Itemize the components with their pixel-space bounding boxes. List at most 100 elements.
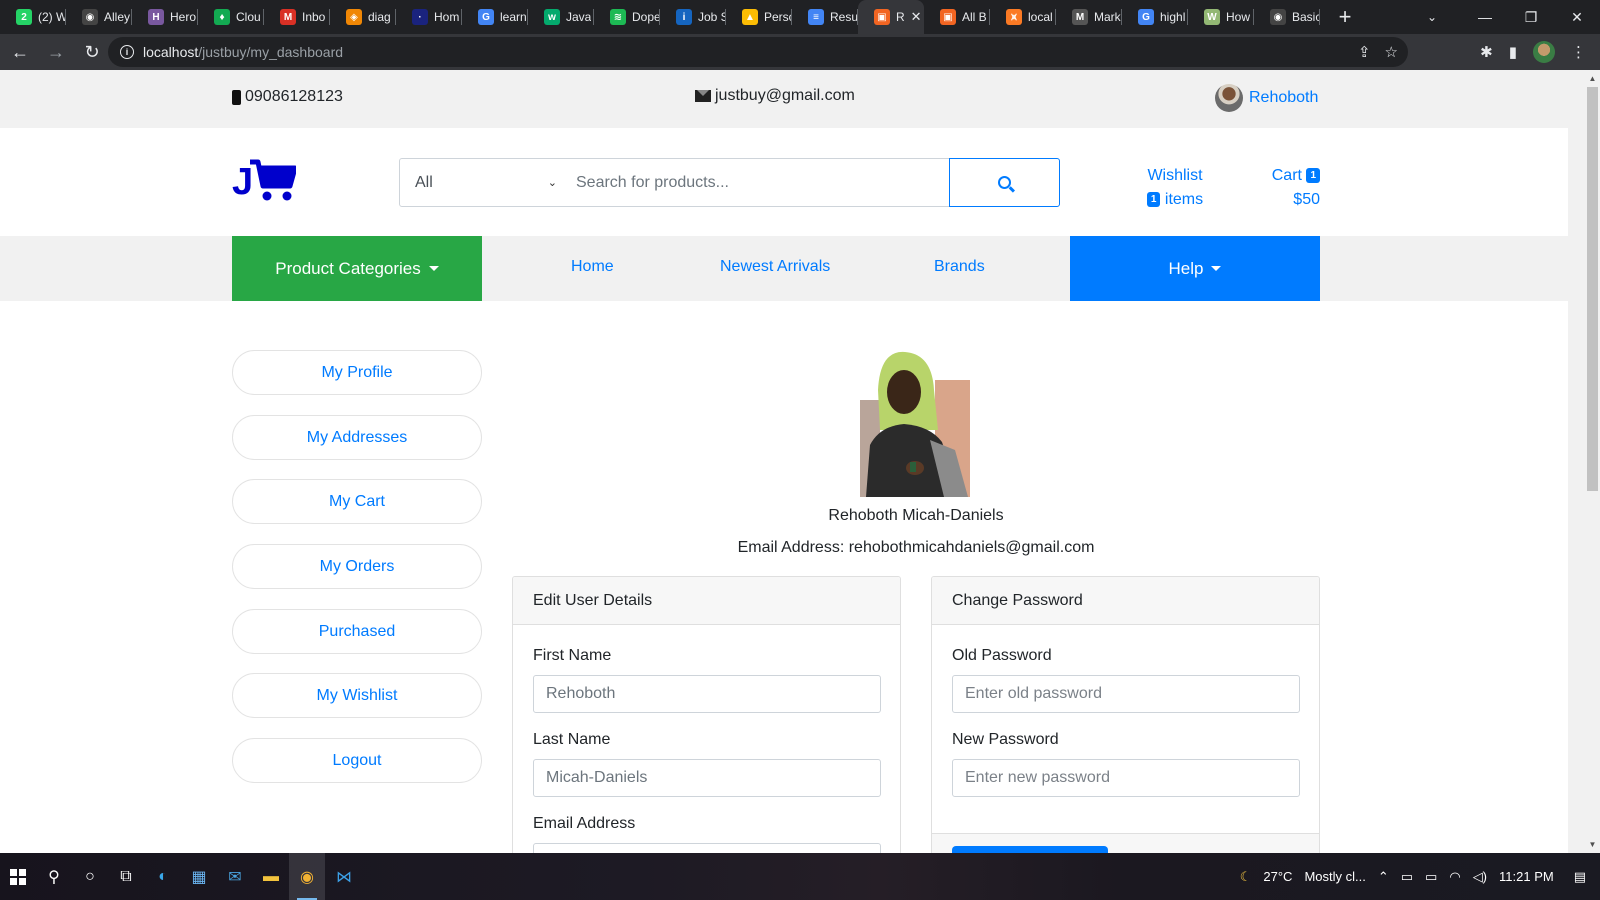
email-address-field[interactable] (533, 843, 881, 853)
tab-title: R (896, 10, 905, 24)
sidebar-my-cart[interactable]: My Cart (232, 479, 482, 524)
site-info-icon[interactable]: i (120, 45, 134, 59)
battery-icon[interactable]: ▭ (1425, 869, 1437, 885)
close-tab-icon[interactable]: ✕ (911, 9, 922, 25)
browser-tab[interactable]: i Job S (660, 0, 726, 34)
nav-newest-arrivals[interactable]: Newest Arrivals (720, 258, 830, 276)
file-explorer-icon[interactable]: ▬ (253, 853, 289, 900)
wikihow-icon: W (1204, 9, 1220, 25)
cortana-icon[interactable]: ○ (72, 853, 108, 900)
sidebar-my-profile[interactable]: My Profile (232, 350, 482, 395)
browser-tab[interactable]: · Hom (396, 0, 462, 34)
browser-tab[interactable]: H Hero (132, 0, 198, 34)
user-menu[interactable]: Rehoboth (1215, 84, 1318, 112)
meet-now-icon[interactable]: ▭ (1401, 869, 1413, 885)
minimize-button[interactable]: — (1462, 9, 1508, 25)
sidebar-my-orders[interactable]: My Orders (232, 544, 482, 589)
site-logo[interactable]: J (232, 158, 296, 202)
volume-icon[interactable]: ◁) (1473, 869, 1487, 885)
task-view-icon[interactable]: ⧉ (108, 853, 144, 900)
sidebar-my-wishlist[interactable]: My Wishlist (232, 673, 482, 718)
close-window-button[interactable]: ✕ (1554, 9, 1600, 26)
browser-tab[interactable]: ▣ All B (924, 0, 990, 34)
new-tab-button[interactable]: + (1330, 4, 1360, 30)
browser-tab[interactable]: ▣ R ✕ (858, 0, 924, 34)
scroll-down-icon[interactable]: ▼ (1587, 840, 1598, 849)
windows-taskbar: ⚲ ○ ⧉ ◐ ▦ ✉ ▬ ◉ ⋈ ☾ 27°C Mostly cl... ⌃ … (0, 853, 1600, 900)
tray-chevron-icon[interactable]: ⌃ (1378, 869, 1389, 885)
profile-avatar-icon[interactable] (1533, 41, 1555, 63)
product-categories-dropdown[interactable]: Product Categories (232, 236, 482, 301)
browser-tab[interactable]: w Java (528, 0, 594, 34)
google-icon: G (1138, 9, 1154, 25)
clock[interactable]: 11:21 PM (1499, 869, 1554, 884)
browser-tab[interactable]: ◉ Basic (1254, 0, 1320, 34)
sidebar-logout[interactable]: Logout (232, 738, 482, 783)
sidebar-my-addresses[interactable]: My Addresses (232, 415, 482, 460)
search-input[interactable]: Search for products... (563, 158, 950, 207)
change-password-button[interactable] (952, 846, 1108, 853)
product-categories-label: Product Categories (275, 258, 421, 278)
sidebar-purchased[interactable]: Purchased (232, 609, 482, 654)
notifications-icon[interactable]: ▤ (1574, 869, 1586, 885)
diagrams-icon: ◈ (346, 9, 362, 25)
back-button[interactable]: ← (4, 36, 36, 68)
browser-tab[interactable]: ▲ Perso (726, 0, 792, 34)
wifi-icon[interactable]: ◠ (1449, 869, 1460, 885)
first-name-field[interactable]: Rehoboth (533, 675, 881, 713)
bookmark-star-icon[interactable]: ☆ (1385, 43, 1398, 61)
search-icon[interactable]: ⚲ (36, 853, 72, 900)
browser-tab[interactable]: ◈ diag (330, 0, 396, 34)
category-select[interactable]: All ⌄ (399, 158, 564, 207)
mail-icon[interactable]: ✉ (217, 853, 253, 900)
menu-kebab-icon[interactable]: ⋮ (1571, 43, 1586, 61)
wishlist-link[interactable]: Wishlist 1 items (1140, 164, 1210, 212)
browser-tab[interactable]: ♦ Clou (198, 0, 264, 34)
temperature[interactable]: 27°C (1263, 869, 1292, 884)
edge-browser-icon[interactable]: ◐ (145, 853, 181, 900)
store-icon[interactable]: ▦ (181, 853, 217, 900)
side-panel-icon[interactable]: ▮ (1509, 43, 1517, 61)
reload-button[interactable]: ↻ (76, 36, 108, 68)
forward-button[interactable]: → (40, 36, 72, 68)
nav-brands[interactable]: Brands (934, 258, 985, 276)
page-scrollbar[interactable]: ▲ ▼ (1568, 70, 1600, 853)
share-icon[interactable]: ⇪ (1358, 43, 1371, 61)
browser-tab[interactable]: ≡ Resu (792, 0, 858, 34)
nav-home[interactable]: Home (571, 258, 614, 276)
browser-tab[interactable]: M Mark (1056, 0, 1122, 34)
tab-title: Alley (104, 10, 131, 24)
address-bar[interactable]: i localhost/justbuy/my_dashboard ⇪ ☆ (108, 37, 1408, 67)
extensions-puzzle-icon[interactable]: ✱ (1480, 43, 1493, 61)
vscode-icon[interactable]: ⋈ (326, 853, 362, 900)
search-button[interactable] (949, 158, 1060, 207)
browser-tab[interactable]: Glearn (462, 0, 528, 34)
scroll-up-icon[interactable]: ▲ (1587, 74, 1598, 83)
chevron-down-icon: ⌄ (547, 177, 557, 189)
wishlist-count-badge: 1 (1146, 192, 1161, 208)
restore-button[interactable]: ❐ (1508, 9, 1554, 26)
cart-logo-basket (261, 170, 293, 184)
help-dropdown[interactable]: Help (1070, 236, 1320, 301)
browser-tab[interactable]: Ghighl (1122, 0, 1188, 34)
username-link[interactable]: Rehoboth (1249, 89, 1318, 107)
chrome-icon[interactable]: ◉ (289, 853, 325, 900)
weather-text[interactable]: Mostly cl... (1304, 869, 1365, 884)
old-password-label: Old Password (952, 647, 1052, 664)
old-password-field[interactable]: Enter old password (952, 675, 1300, 713)
new-password-field[interactable]: Enter new password (952, 759, 1300, 797)
scrollbar-thumb[interactable] (1587, 87, 1598, 491)
browser-tab[interactable]: ⩙ local (990, 0, 1056, 34)
last-name-field[interactable]: Micah-Daniels (533, 759, 881, 797)
change-password-card: Change Password Old Password Enter old p… (931, 576, 1320, 853)
omnibox-actions: ⇪ ☆ (1358, 37, 1398, 67)
markdown-icon: M (1072, 9, 1088, 25)
browser-tab[interactable]: W How (1188, 0, 1254, 34)
start-button[interactable] (0, 853, 36, 900)
browser-tab[interactable]: 2 (2) W (0, 0, 66, 34)
cart-link[interactable]: Cart 1 $50 (1250, 164, 1320, 212)
browser-tab[interactable]: M Inbo (264, 0, 330, 34)
browser-tab[interactable]: ◉ Alley (66, 0, 132, 34)
browser-tab[interactable]: ≋ Dope (594, 0, 660, 34)
tab-search-icon[interactable]: ⌄ (1412, 10, 1452, 24)
